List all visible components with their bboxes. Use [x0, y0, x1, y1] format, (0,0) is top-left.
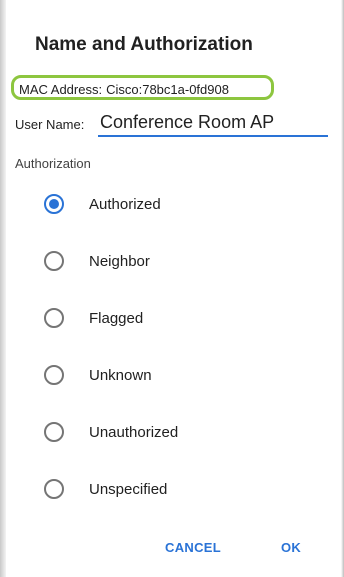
option-flagged[interactable]: Flagged	[44, 298, 294, 338]
option-label: Unspecified	[89, 480, 168, 498]
option-label: Authorized	[89, 195, 161, 213]
radio-checked-icon[interactable]	[44, 194, 64, 214]
authorization-label: Authorization	[15, 156, 91, 171]
mac-address-value: Cisco:78bc1a-0fd908	[106, 82, 229, 97]
option-label: Unauthorized	[89, 423, 179, 441]
user-name-row: User Name:	[14, 109, 334, 141]
name-authorization-dialog: Name and Authorization MAC Address: Cisco…	[6, 0, 341, 577]
radio-unchecked-icon[interactable]	[44, 479, 64, 499]
dialog-actions: CANCEL OK	[6, 538, 341, 562]
option-unspecified[interactable]: Unspecified	[44, 469, 294, 509]
screen: Name and Authorization MAC Address: Cisco…	[0, 0, 344, 577]
cancel-button[interactable]: CANCEL	[161, 538, 225, 557]
option-neighbor[interactable]: Neighbor	[44, 241, 294, 281]
ok-button[interactable]: OK	[277, 538, 305, 557]
option-label: Unknown	[89, 366, 152, 384]
user-name-input[interactable]	[98, 111, 328, 137]
option-unknown[interactable]: Unknown	[44, 355, 294, 395]
option-label: Flagged	[89, 309, 144, 327]
mac-address-row: MAC Address: Cisco:78bc1a-0fd908	[19, 82, 233, 97]
radio-unchecked-icon[interactable]	[44, 365, 64, 385]
mac-address-label: MAC Address:	[19, 82, 103, 97]
radio-unchecked-icon[interactable]	[44, 308, 64, 328]
user-name-label: User Name:	[15, 117, 85, 132]
dialog-title: Name and Authorization	[35, 34, 253, 55]
radio-unchecked-icon[interactable]	[44, 422, 64, 442]
option-label: Neighbor	[89, 252, 150, 270]
option-authorized[interactable]: Authorized	[44, 184, 294, 224]
mac-address-highlight: MAC Address: Cisco:78bc1a-0fd908	[11, 75, 274, 100]
option-unauthorized[interactable]: Unauthorized	[44, 412, 294, 452]
radio-unchecked-icon[interactable]	[44, 251, 64, 271]
